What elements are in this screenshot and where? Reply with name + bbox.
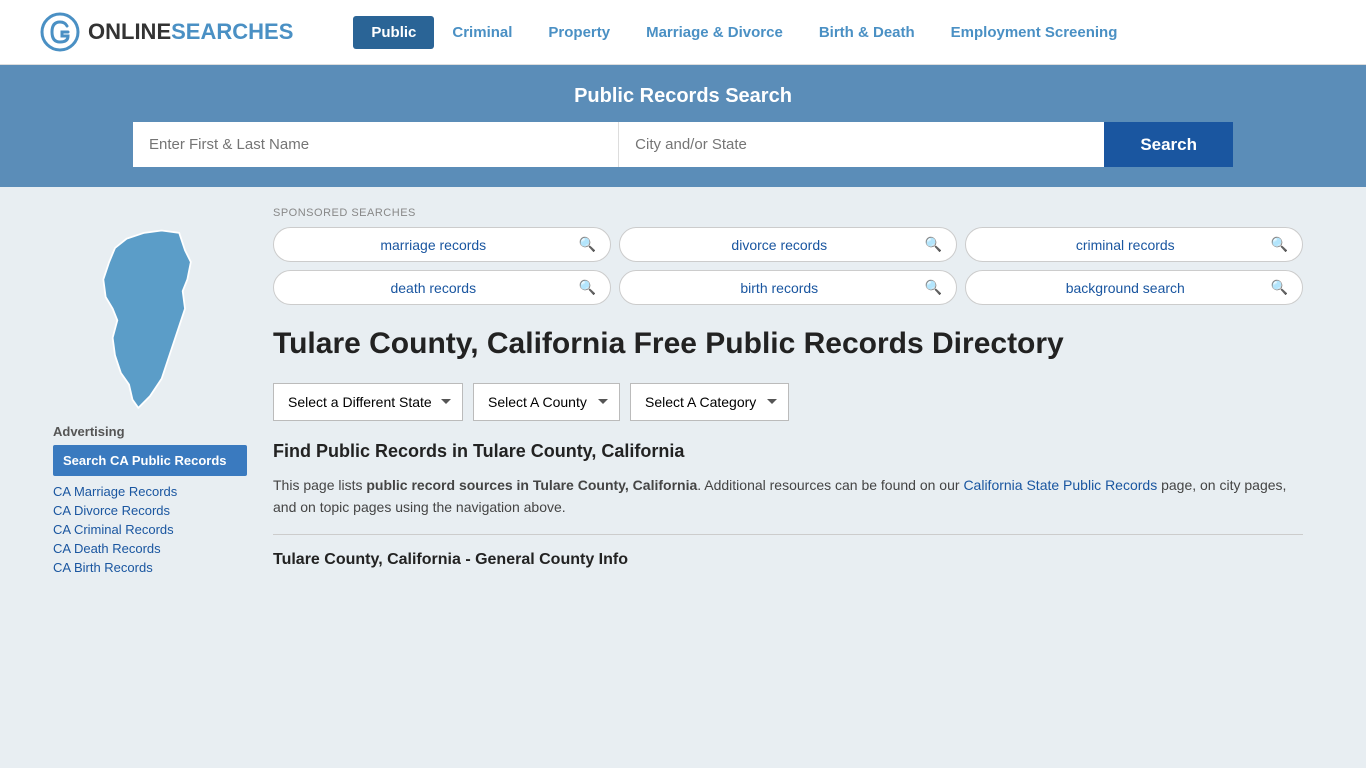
- county-heading: Tulare County, California Free Public Re…: [273, 325, 1303, 363]
- nav-item-birth-death[interactable]: Birth & Death: [801, 16, 933, 49]
- search-icon-background: 🔍: [1271, 279, 1288, 296]
- state-dropdown[interactable]: Select a Different State: [273, 383, 463, 421]
- search-icon-divorce: 🔍: [925, 236, 942, 253]
- category-dropdown[interactable]: Select A Category: [630, 383, 789, 421]
- name-input[interactable]: [133, 122, 619, 167]
- sponsored-item-divorce-text: divorce records: [634, 237, 925, 253]
- find-records-text: This page lists public record sources in…: [273, 474, 1303, 519]
- nav-item-employment[interactable]: Employment Screening: [933, 16, 1136, 49]
- state-map: [80, 227, 220, 414]
- sponsored-item-birth[interactable]: birth records 🔍: [619, 270, 957, 305]
- sponsored-item-criminal-text: criminal records: [980, 237, 1271, 253]
- search-button[interactable]: Search: [1104, 122, 1233, 167]
- search-banner-title: Public Records Search: [80, 85, 1286, 108]
- sidebar-link-marriage[interactable]: CA Marriage Records: [53, 482, 247, 501]
- sponsored-item-marriage-text: marriage records: [288, 237, 579, 253]
- sponsored-item-birth-text: birth records: [634, 280, 925, 296]
- main-content: Advertising Search CA Public Records CA …: [33, 187, 1333, 597]
- content-area: SPONSORED SEARCHES marriage records 🔍 di…: [263, 187, 1313, 597]
- search-banner: Public Records Search Search: [0, 65, 1366, 187]
- dropdowns-row: Select a Different State Select A County…: [273, 383, 1303, 421]
- site-logo[interactable]: ONLINESEARCHES: [40, 12, 293, 52]
- section-divider: [273, 534, 1303, 535]
- logo-icon: [40, 12, 80, 52]
- nav-item-marriage-divorce[interactable]: Marriage & Divorce: [628, 16, 801, 49]
- sponsored-grid: marriage records 🔍 divorce records 🔍 cri…: [273, 227, 1303, 305]
- location-input[interactable]: [619, 122, 1104, 167]
- sidebar-link-birth[interactable]: CA Birth Records: [53, 558, 247, 577]
- sponsored-item-background[interactable]: background search 🔍: [965, 270, 1303, 305]
- search-icon-birth: 🔍: [925, 279, 942, 296]
- general-info-heading: Tulare County, California - General Coun…: [273, 545, 1303, 569]
- logo-searches: SEARCHES: [171, 19, 293, 44]
- nav-item-criminal[interactable]: Criminal: [434, 16, 530, 49]
- sidebar-link-divorce[interactable]: CA Divorce Records: [53, 501, 247, 520]
- sponsored-label: SPONSORED SEARCHES: [273, 207, 1303, 219]
- sponsored-item-death-text: death records: [288, 280, 579, 296]
- search-icon-marriage: 🔍: [579, 236, 596, 253]
- search-form: Search: [133, 122, 1233, 167]
- sponsored-item-background-text: background search: [980, 280, 1271, 296]
- sponsored-item-death[interactable]: death records 🔍: [273, 270, 611, 305]
- california-records-link[interactable]: California State Public Records: [963, 477, 1157, 493]
- main-nav: Public Criminal Property Marriage & Divo…: [353, 16, 1135, 49]
- sidebar-ad-label: Advertising: [53, 424, 247, 439]
- county-dropdown[interactable]: Select A County: [473, 383, 620, 421]
- find-text-part1: This page lists: [273, 477, 366, 493]
- nav-item-public[interactable]: Public: [353, 16, 434, 49]
- logo-online: ONLINE: [88, 19, 171, 44]
- nav-item-property[interactable]: Property: [530, 16, 628, 49]
- sidebar-featured-link[interactable]: Search CA Public Records: [53, 445, 247, 476]
- sidebar-link-criminal[interactable]: CA Criminal Records: [53, 520, 247, 539]
- sidebar: Advertising Search CA Public Records CA …: [53, 187, 263, 597]
- sidebar-links: CA Marriage Records CA Divorce Records C…: [53, 482, 247, 577]
- find-text-bold: public record sources in Tulare County, …: [366, 477, 697, 493]
- search-icon-death: 🔍: [579, 279, 596, 296]
- sponsored-item-divorce[interactable]: divorce records 🔍: [619, 227, 957, 262]
- sponsored-item-criminal[interactable]: criminal records 🔍: [965, 227, 1303, 262]
- search-icon-criminal: 🔍: [1271, 236, 1288, 253]
- sponsored-item-marriage[interactable]: marriage records 🔍: [273, 227, 611, 262]
- find-text-part2: . Additional resources can be found on o…: [697, 477, 963, 493]
- find-records-heading: Find Public Records in Tulare County, Ca…: [273, 441, 1303, 462]
- sidebar-link-death[interactable]: CA Death Records: [53, 539, 247, 558]
